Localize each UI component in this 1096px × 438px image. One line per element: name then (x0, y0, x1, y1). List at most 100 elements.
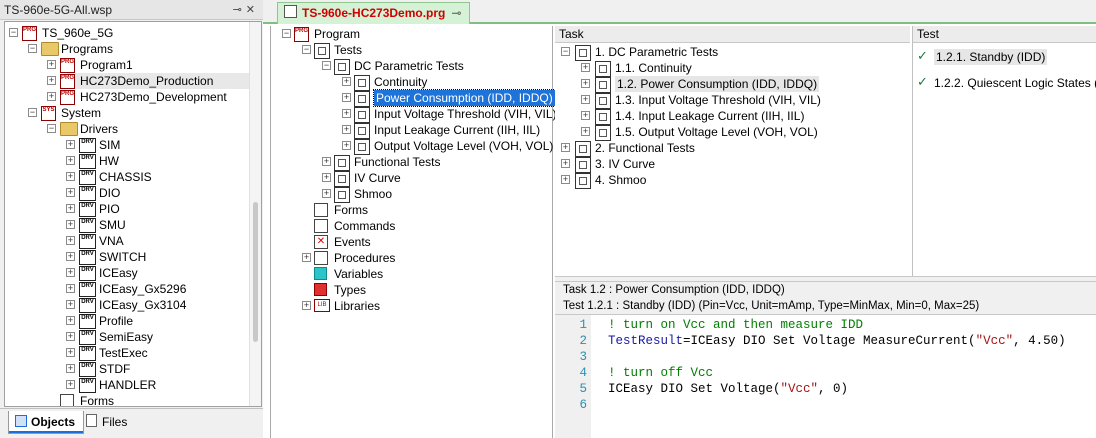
tab-files[interactable]: Files (80, 411, 135, 433)
task-item[interactable]: +1.2. Power Consumption (IDD, IDDQ) (555, 76, 908, 93)
task-item[interactable]: +3. IV Curve (555, 156, 908, 173)
tree-item[interactable]: + DRV ICEasy (5, 265, 245, 281)
expander-icon[interactable]: + (47, 92, 56, 101)
workspace-scrollbar[interactable] (249, 22, 261, 406)
program-tree-item[interactable]: Variables (272, 266, 550, 282)
tab-objects[interactable]: Objects (8, 411, 85, 434)
tree-item[interactable]: − SYS System (5, 105, 245, 121)
tree-item[interactable]: + DRV DIO (5, 185, 245, 201)
tree-item[interactable]: + DRV SWITCH (5, 249, 245, 265)
expander-icon[interactable]: + (66, 284, 75, 293)
test-item[interactable]: ✓ 1.2.1. Standby (IDD) (913, 48, 1096, 65)
program-tree-item[interactable]: − DC Parametric Tests (272, 58, 550, 75)
program-tree-item[interactable]: + Output Voltage Level (VOH, VOL) (272, 138, 553, 155)
code-line[interactable]: TestResult=ICEasy DIO Set Voltage Measur… (608, 334, 1066, 348)
workspace-panel-buttons[interactable]: ⊸✕ (233, 0, 259, 20)
tree-item[interactable]: + DRV STDF (5, 361, 245, 377)
test-list[interactable]: ✓ 1.2.1. Standby (IDD) ✓ 1.2.2. Quiescent L… (912, 43, 1096, 276)
workspace-tree[interactable]: − PRG TS_960e_5G − Programs + PRG Program1 + PRG H… (4, 21, 262, 407)
task-item[interactable]: +1.1. Continuity (555, 60, 908, 77)
expander-icon[interactable]: + (342, 93, 351, 102)
tree-item[interactable]: + PRG HC273Demo_Development (5, 89, 245, 105)
expander-icon[interactable]: − (28, 44, 37, 53)
tree-item[interactable]: + DRV CHASSIS (5, 169, 245, 185)
tree-item[interactable]: + DRV SemiEasy (5, 329, 245, 345)
program-tree-item[interactable]: Commands (272, 218, 550, 234)
expander-icon[interactable]: + (66, 188, 75, 197)
expander-icon[interactable]: + (302, 253, 311, 262)
tree-item[interactable]: + DRV Profile (5, 313, 245, 329)
tree-item[interactable]: − Programs (5, 41, 245, 57)
expander-icon[interactable]: − (9, 28, 18, 37)
expander-icon[interactable]: − (322, 61, 331, 70)
program-tree-item[interactable]: − PRG Program (272, 26, 550, 42)
expander-icon[interactable]: + (66, 220, 75, 229)
task-list[interactable]: −1. DC Parametric Tests +1.1. Continuity +… (555, 43, 910, 276)
program-tree-item[interactable]: + LIB Libraries (272, 298, 550, 314)
tree-item[interactable]: + DRV ICEasy_Gx5296 (5, 281, 245, 297)
expander-icon[interactable]: − (302, 45, 311, 54)
tree-item[interactable]: + PRG Program1 (5, 57, 245, 73)
task-item[interactable]: +1.3. Input Voltage Threshold (VIH, VIL) (555, 92, 908, 109)
expander-icon[interactable]: + (342, 125, 351, 134)
expander-icon[interactable]: + (66, 316, 75, 325)
tree-item[interactable]: + DRV HANDLER (5, 377, 245, 393)
tree-item[interactable]: Forms (5, 393, 245, 406)
code-line[interactable]: ! turn on Vcc and then measure IDD (608, 318, 863, 332)
test-column-header[interactable]: Test (912, 26, 1096, 43)
expander-icon[interactable]: + (66, 156, 75, 165)
expander-icon[interactable]: + (342, 109, 351, 118)
code-line[interactable]: ICEasy DIO Set Voltage("Vcc", 0) (608, 382, 848, 396)
task-item[interactable]: +4. Shmoo (555, 172, 908, 189)
close-icon[interactable]: ✕ (246, 4, 259, 16)
tree-item[interactable]: + PRG HC273Demo_Production (5, 73, 249, 89)
pin-icon[interactable]: ⊸ (233, 4, 246, 16)
expander-icon[interactable]: + (342, 77, 351, 86)
program-tree-item[interactable]: + Procedures (272, 250, 550, 266)
program-tree-item[interactable]: + Power Consumption (IDD, IDDQ) (272, 89, 556, 107)
program-tree-item[interactable]: + Shmoo (272, 186, 550, 203)
expander-icon[interactable]: + (66, 332, 75, 341)
tree-item[interactable]: − Drivers (5, 121, 245, 137)
expander-icon[interactable]: − (282, 29, 291, 38)
code-editor[interactable]: 1 2 3 4 5 6 ! turn on Vcc and then measure IDD… (555, 314, 1096, 438)
tree-item[interactable]: + DRV PIO (5, 201, 245, 217)
expander-icon[interactable]: + (561, 143, 570, 152)
expander-icon[interactable]: + (66, 140, 75, 149)
expander-icon[interactable]: + (66, 268, 75, 277)
expander-icon[interactable]: + (581, 111, 590, 120)
expander-icon[interactable]: − (561, 47, 570, 56)
program-tree-item[interactable]: + Continuity (272, 74, 550, 91)
expander-icon[interactable]: + (66, 172, 75, 181)
expander-icon[interactable]: + (581, 63, 590, 72)
expander-icon[interactable]: + (47, 60, 56, 69)
tree-item[interactable]: + DRV SMU (5, 217, 245, 233)
pin-icon[interactable]: ⊸ (451, 6, 461, 20)
expander-icon[interactable]: − (47, 124, 56, 133)
expander-icon[interactable]: + (66, 236, 75, 245)
tree-item[interactable]: + DRV SIM (5, 137, 245, 153)
expander-icon[interactable]: + (581, 79, 590, 88)
scrollbar-thumb[interactable] (253, 202, 258, 342)
expander-icon[interactable]: + (561, 159, 570, 168)
expander-icon[interactable]: + (322, 157, 331, 166)
code-line[interactable]: ! turn off Vcc (608, 366, 713, 380)
expander-icon[interactable]: + (66, 300, 75, 309)
program-tree-item[interactable]: + Functional Tests (272, 154, 550, 171)
tree-item[interactable]: + DRV VNA (5, 233, 245, 249)
expander-icon[interactable]: + (66, 348, 75, 357)
program-tree-item[interactable]: − Tests (272, 42, 550, 59)
expander-icon[interactable]: + (66, 364, 75, 373)
expander-icon[interactable]: + (66, 380, 75, 389)
program-tree-item[interactable]: + IV Curve (272, 170, 550, 187)
program-tree-item[interactable]: ✕ Events (272, 234, 550, 250)
task-item[interactable]: +1.5. Output Voltage Level (VOH, VOL) (555, 124, 908, 141)
expander-icon[interactable]: + (581, 127, 590, 136)
task-column-header[interactable]: Task (555, 26, 910, 43)
expander-icon[interactable]: + (66, 204, 75, 213)
program-tree-item[interactable]: + Input Leakage Current (IIH, IIL) (272, 122, 550, 139)
task-item[interactable]: − 1. DC Parametric Tests (555, 44, 908, 61)
expander-icon[interactable]: + (581, 95, 590, 104)
expander-icon[interactable]: + (342, 141, 351, 150)
document-tab[interactable]: TS-960e-HC273Demo.prg ⊸ (277, 2, 471, 24)
